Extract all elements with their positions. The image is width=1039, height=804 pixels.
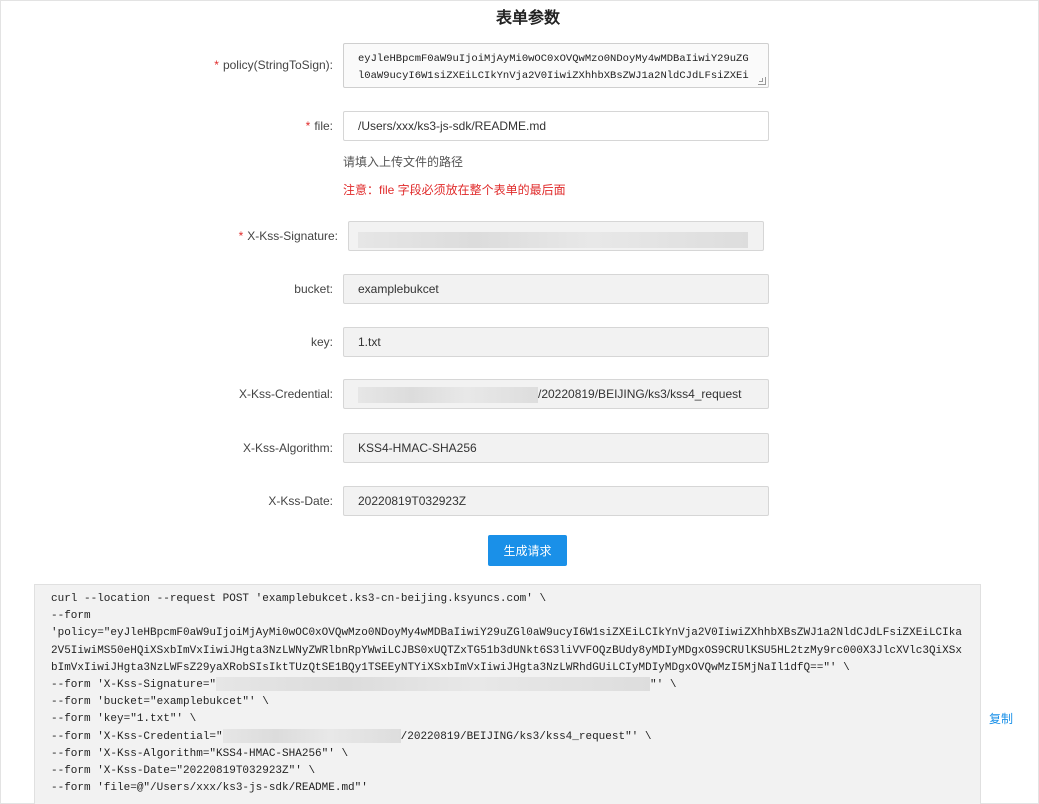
code-line: --form 'key="1.txt"' \ bbox=[51, 713, 197, 726]
code-line-credential: --form 'X-Kss-Credential=" /20220819/BEIJ… bbox=[51, 728, 964, 746]
code-line: --form 'bucket="examplebukcet"' \ bbox=[51, 696, 269, 709]
date-row: X-Kss-Date: 20220819T032923Z bbox=[0, 484, 1039, 518]
code-line: --form 'X-Kss-Date="20220819T032923Z"' \ bbox=[51, 765, 316, 778]
file-label: * file: bbox=[306, 109, 333, 143]
policy-label: * policy(StringToSign): bbox=[214, 48, 333, 82]
code-credential-suffix: /20220819/BEIJING/ks3/kss4_request"' \ bbox=[400, 730, 652, 743]
algorithm-input[interactable]: KSS4-HMAC-SHA256 bbox=[343, 433, 769, 463]
file-warning: 注意：file 字段必须放在整个表单的最后面 bbox=[343, 183, 566, 197]
key-label: key: bbox=[310, 335, 333, 349]
algorithm-row: X-Kss-Algorithm: KSS4-HMAC-SHA256 bbox=[0, 431, 1039, 465]
code-signature-suffix: "' \ bbox=[650, 679, 677, 692]
signature-input[interactable] bbox=[348, 221, 764, 251]
resize-grip-icon[interactable] bbox=[758, 77, 766, 85]
key-row: key: 1.txt bbox=[0, 325, 1039, 359]
required-mark: * bbox=[238, 229, 244, 243]
policy-label-text: policy(StringToSign): bbox=[222, 58, 333, 72]
code-line-signature: --form 'X-Kss-Signature=" "' \ bbox=[51, 677, 964, 694]
redacted-access-key bbox=[358, 386, 538, 403]
code-signature-prefix: --form 'X-Kss-Signature=" bbox=[51, 679, 217, 692]
file-label-text: file: bbox=[314, 119, 333, 133]
file-input[interactable]: /Users/xxx/ks3-js-sdk/README.md bbox=[343, 111, 769, 141]
policy-value: eyJleHBpcmF0aW9uIjoiMjAyMi0wOC0xOVQwMzo0… bbox=[358, 53, 749, 82]
file-hint: 请填入上传文件的路径 bbox=[343, 155, 464, 169]
signature-label: * X-Kss-Signature: bbox=[239, 219, 338, 253]
redacted-access-key bbox=[222, 728, 401, 743]
page-title: 表单参数 bbox=[495, 10, 560, 27]
file-row: * file: /Users/xxx/ks3-js-sdk/README.md bbox=[0, 109, 1039, 143]
redacted-signature bbox=[358, 231, 748, 248]
code-line: curl --location --request POST 'exampleb… bbox=[51, 593, 547, 605]
credential-label: X-Kss-Credential: bbox=[238, 387, 333, 401]
code-credential-prefix: --form 'X-Kss-Credential=" bbox=[51, 730, 223, 743]
signature-row: * X-Kss-Signature: bbox=[0, 219, 1039, 253]
algorithm-label: X-Kss-Algorithm: bbox=[242, 441, 333, 455]
date-input[interactable]: 20220819T032923Z bbox=[343, 486, 769, 516]
redacted-signature bbox=[216, 677, 651, 692]
code-line: --form 'file=@"/Users/xxx/ks3-js-sdk/REA… bbox=[51, 782, 368, 795]
required-mark: * bbox=[214, 58, 219, 72]
credential-row: X-Kss-Credential: /20220819/BEIJING/ks3/… bbox=[0, 377, 1039, 411]
code-line: --form bbox=[51, 610, 91, 623]
bucket-input[interactable]: examplebukcet bbox=[343, 274, 769, 304]
copy-link[interactable]: 复制 bbox=[989, 710, 1013, 727]
bucket-row: bucket: examplebukcet bbox=[0, 272, 1039, 306]
curl-output: curl --location --request POST 'exampleb… bbox=[34, 584, 981, 804]
required-mark: * bbox=[305, 119, 311, 133]
credential-input[interactable]: /20220819/BEIJING/ks3/kss4_request bbox=[343, 379, 769, 409]
policy-textarea[interactable]: eyJleHBpcmF0aW9uIjoiMjAyMi0wOC0xOVQwMzo0… bbox=[343, 43, 769, 88]
code-line-policy: 'policy="eyJleHBpcmF0aW9uIjoiMjAyMi0wOC0… bbox=[51, 627, 962, 674]
code-line: --form 'X-Kss-Algorithm="KSS4-HMAC-SHA25… bbox=[51, 747, 349, 760]
credential-suffix: /20220819/BEIJING/ks3/kss4_request bbox=[538, 387, 742, 401]
date-label: X-Kss-Date: bbox=[268, 494, 333, 508]
bucket-label: bucket: bbox=[294, 282, 333, 296]
generate-request-button[interactable]: 生成请求 bbox=[488, 535, 567, 566]
key-input[interactable]: 1.txt bbox=[343, 327, 769, 357]
signature-label-text: X-Kss-Signature: bbox=[247, 229, 338, 243]
